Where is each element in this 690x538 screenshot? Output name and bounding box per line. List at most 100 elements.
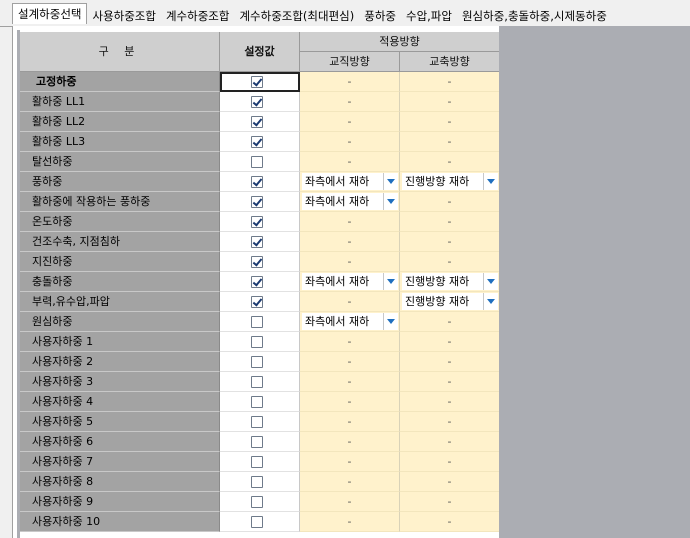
perpendicular-cell: 좌측에서 재하: [300, 272, 400, 292]
axial-cell: -: [400, 252, 499, 272]
perpendicular-cell: -: [300, 252, 400, 272]
chevron-down-icon[interactable]: [383, 273, 398, 290]
setting-checkbox[interactable]: [251, 236, 263, 248]
setting-checkbox[interactable]: [251, 316, 263, 328]
axial-cell: -: [400, 512, 499, 532]
table-row: 부력,유수압,파압 - 진행방향 재하: [20, 292, 499, 312]
chevron-down-icon[interactable]: [383, 313, 398, 330]
setting-cell: [220, 132, 300, 152]
axial-cell: -: [400, 432, 499, 452]
row-label: 활하중 LL3: [20, 132, 220, 152]
setting-checkbox[interactable]: [251, 296, 263, 308]
setting-cell: [220, 392, 300, 412]
tab-6[interactable]: 수압,파압: [401, 6, 457, 24]
axial-cell: -: [400, 412, 499, 432]
setting-checkbox[interactable]: [251, 276, 263, 288]
tab-4[interactable]: 계수하중조합(최대편심): [234, 6, 359, 24]
setting-checkbox[interactable]: [251, 456, 263, 468]
setting-checkbox[interactable]: [251, 176, 263, 188]
setting-checkbox[interactable]: [251, 336, 263, 348]
axial-cell: 진행방향 재하: [400, 292, 499, 312]
perpendicular-dropdown[interactable]: 좌측에서 재하: [302, 173, 398, 190]
axial-cell: -: [400, 132, 499, 152]
tab-3[interactable]: 계수하중조합: [161, 6, 234, 24]
tab-5[interactable]: 풍하중: [359, 6, 401, 24]
table-row: 사용자하중 3 --: [20, 372, 499, 392]
header-perpendicular: 교직방향: [300, 52, 400, 72]
setting-checkbox[interactable]: [251, 136, 263, 148]
setting-cell: [220, 72, 300, 92]
setting-checkbox[interactable]: [251, 376, 263, 388]
row-label: 사용자하중 7: [20, 452, 220, 472]
perpendicular-cell: 좌측에서 재하: [300, 312, 400, 332]
setting-checkbox[interactable]: [251, 476, 263, 488]
setting-cell: [220, 152, 300, 172]
setting-cell: [220, 352, 300, 372]
setting-checkbox[interactable]: [251, 96, 263, 108]
axial-dropdown[interactable]: 진행방향 재하: [402, 273, 498, 290]
setting-checkbox[interactable]: [251, 416, 263, 428]
setting-checkbox[interactable]: [251, 356, 263, 368]
setting-cell: [220, 452, 300, 472]
setting-cell: [220, 252, 300, 272]
setting-checkbox[interactable]: [251, 436, 263, 448]
perpendicular-cell: -: [300, 392, 400, 412]
setting-checkbox[interactable]: [251, 216, 263, 228]
axial-cell: 진행방향 재하: [400, 172, 499, 192]
axial-dropdown[interactable]: 진행방향 재하: [402, 173, 498, 190]
axial-cell: -: [400, 332, 499, 352]
setting-checkbox[interactable]: [251, 116, 263, 128]
chevron-down-icon[interactable]: [383, 173, 398, 190]
chevron-down-icon[interactable]: [483, 173, 498, 190]
setting-cell: [220, 412, 300, 432]
table-row: 풍하중 좌측에서 재하 진행방향 재하: [20, 172, 499, 192]
perpendicular-dropdown-value: 좌측에서 재하: [305, 195, 370, 208]
chevron-down-icon[interactable]: [383, 193, 398, 210]
row-label: 활하중 LL1: [20, 92, 220, 112]
setting-checkbox[interactable]: [251, 76, 263, 88]
setting-cell: [220, 92, 300, 112]
perpendicular-dropdown[interactable]: 좌측에서 재하: [302, 193, 398, 210]
setting-checkbox[interactable]: [251, 496, 263, 508]
chevron-down-icon[interactable]: [483, 293, 498, 310]
chevron-down-icon[interactable]: [483, 273, 498, 290]
row-label: 원심하중: [20, 312, 220, 332]
table-row: 사용자하중 2 --: [20, 352, 499, 372]
perpendicular-cell: -: [300, 372, 400, 392]
table-row: 활하중 LL2 - -: [20, 112, 499, 132]
grid-empty-area: [499, 26, 690, 538]
setting-cell: [220, 272, 300, 292]
setting-checkbox[interactable]: [251, 196, 263, 208]
table-row: 활하중에 작용하는 풍하중 좌측에서 재하 -: [20, 192, 499, 212]
perpendicular-cell: -: [300, 212, 400, 232]
setting-checkbox[interactable]: [251, 396, 263, 408]
setting-cell: [220, 472, 300, 492]
table-row: 지진하중 - -: [20, 252, 499, 272]
axial-cell: 진행방향 재하: [400, 272, 499, 292]
tab-1[interactable]: 설계하중선택: [12, 3, 88, 24]
setting-cell: [220, 292, 300, 312]
perpendicular-dropdown[interactable]: 좌측에서 재하: [302, 273, 398, 290]
perpendicular-cell: -: [300, 92, 400, 112]
perpendicular-dropdown-value: 좌측에서 재하: [305, 175, 370, 188]
row-label: 충돌하중: [20, 272, 220, 292]
table-row: 사용자하중 7 --: [20, 452, 499, 472]
table-row: 사용자하중 8 --: [20, 472, 499, 492]
tab-bar: 설계하중선택 사용하중조합 계수하중조합 계수하중조합(최대편심) 풍하중 수압,파압 원심…: [0, 0, 690, 27]
setting-checkbox[interactable]: [251, 156, 263, 168]
perpendicular-dropdown[interactable]: 좌측에서 재하: [302, 313, 398, 330]
row-label: 사용자하중 3: [20, 372, 220, 392]
axial-dropdown[interactable]: 진행방향 재하: [402, 293, 498, 310]
setting-checkbox[interactable]: [251, 516, 263, 528]
table-row: 사용자하중 10 - -: [20, 512, 499, 532]
axial-dropdown-value: 진행방향 재하: [405, 175, 470, 188]
setting-checkbox[interactable]: [251, 256, 263, 268]
row-label: 사용자하중 5: [20, 412, 220, 432]
perpendicular-cell: -: [300, 152, 400, 172]
table-row: 충돌하중 좌측에서 재하 진행방향 재하: [20, 272, 499, 292]
header-apply-direction: 적용방향: [300, 32, 499, 52]
row-label: 지진하중: [20, 252, 220, 272]
tab-2[interactable]: 사용하중조합: [87, 6, 160, 24]
tab-7[interactable]: 원심하중,충돌하중,시제동하중: [457, 6, 612, 24]
perpendicular-dropdown-value: 좌측에서 재하: [305, 275, 370, 288]
